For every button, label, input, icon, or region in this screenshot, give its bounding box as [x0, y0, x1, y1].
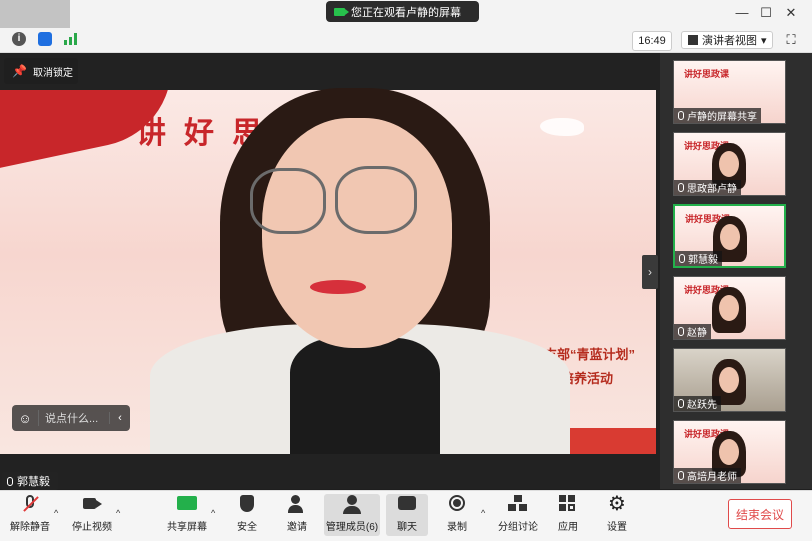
participant-name: 赵跃先 — [674, 396, 721, 411]
speaker-name: 郭慧毅 — [17, 476, 50, 488]
fullscreen-icon[interactable]: ⛶ — [782, 31, 800, 49]
glasses — [335, 166, 417, 234]
layout-icon — [688, 35, 698, 45]
invite-button[interactable]: 邀请 — [280, 494, 314, 536]
speaker-video — [150, 88, 570, 454]
shield-icon[interactable] — [38, 32, 52, 46]
participant-tile[interactable]: 讲好思政课 高培月老师 — [673, 420, 786, 484]
mic-icon — [679, 254, 685, 263]
view-mode-label: 演讲者视图 — [702, 35, 757, 47]
viewing-share-banner[interactable]: 您正在观看卢静的屏幕 — [326, 1, 479, 22]
muted-mic-icon — [19, 494, 41, 514]
record-icon — [446, 494, 468, 514]
settings-button[interactable]: ⚙ 设置 — [600, 494, 634, 536]
mic-icon — [678, 399, 684, 408]
banner-text: 您正在观看卢静的屏幕 — [351, 6, 461, 19]
meeting-clock: 16:49 — [632, 31, 672, 51]
participant-tile[interactable]: 讲好思政课 赵静 — [673, 276, 786, 340]
chat-icon — [396, 494, 418, 514]
participant-tile-active[interactable]: 讲好思政课 郭慧毅 — [673, 204, 786, 268]
unmute-button[interactable]: 解除静音 — [8, 494, 52, 536]
video-camera-icon — [81, 494, 103, 514]
view-mode-button[interactable]: 演讲者视图 ▾ — [681, 31, 773, 49]
pin-icon: 📌 — [12, 64, 27, 78]
share-screen-icon — [176, 494, 198, 514]
speaker-name-tag: 郭慧毅 — [2, 472, 58, 490]
mic-icon — [7, 476, 13, 486]
chevron-up-icon[interactable]: ^ — [211, 508, 215, 518]
chat-placeholder[interactable]: 说点什么... — [38, 410, 109, 426]
quick-chat-input[interactable]: ☺ 说点什么... ‹ — [12, 405, 130, 431]
mic-icon — [678, 183, 684, 192]
participants-button[interactable]: 管理成员(6) — [324, 494, 380, 536]
mic-icon — [678, 471, 684, 480]
share-screen-button[interactable]: 共享屏幕 — [166, 494, 208, 536]
desktop-background — [0, 0, 70, 28]
record-button[interactable]: 录制 — [440, 494, 474, 536]
participant-name: 卢静的屏幕共享 — [674, 108, 761, 123]
unpin-label: 取消锁定 — [32, 67, 73, 79]
participant-tile[interactable]: 讲好思政课 卢静的屏幕共享 — [673, 60, 786, 124]
gear-icon: ⚙ — [608, 493, 626, 515]
signal-icon[interactable] — [64, 33, 78, 45]
emoji-icon[interactable]: ☺ — [12, 411, 38, 426]
participants-icon — [341, 494, 363, 514]
collapse-chat-icon[interactable]: ‹ — [109, 412, 130, 424]
gallery-collapse-handle[interactable]: › — [642, 255, 658, 289]
shield-icon — [236, 494, 258, 514]
participant-tile[interactable]: 讲好思政课 思政部卢静 — [673, 132, 786, 196]
chevron-up-icon[interactable]: ^ — [116, 508, 120, 518]
apps-icon — [557, 494, 579, 514]
apps-button[interactable]: 应用 — [552, 494, 584, 536]
security-button[interactable]: 安全 — [230, 494, 264, 536]
close-button[interactable]: ✕ — [781, 4, 801, 22]
end-meeting-button[interactable]: 结束会议 — [728, 499, 792, 529]
stop-video-button[interactable]: 停止视频 — [70, 494, 114, 536]
participant-avatar — [712, 287, 746, 333]
mic-icon — [678, 327, 684, 336]
unpin-button[interactable]: 📌 取消锁定 — [4, 58, 78, 84]
breakout-rooms-button[interactable]: 分组讨论 — [496, 494, 540, 536]
participant-name: 郭慧毅 — [675, 251, 722, 266]
participant-name: 思政部卢静 — [674, 180, 741, 195]
participant-tile[interactable]: 赵跃先 — [673, 348, 786, 412]
breakout-rooms-icon — [507, 494, 529, 514]
maximize-button[interactable]: ☐ — [756, 4, 776, 22]
chat-button[interactable]: 聊天 — [386, 494, 428, 536]
participant-name: 赵静 — [674, 324, 711, 339]
chevron-up-icon[interactable]: ^ — [54, 508, 58, 518]
add-user-icon — [286, 494, 308, 514]
participant-name: 高培月老师 — [674, 468, 741, 483]
info-icon[interactable]: i — [12, 32, 26, 46]
share-camera-icon — [334, 7, 349, 16]
glasses — [250, 168, 326, 234]
chevron-up-icon[interactable]: ^ — [481, 508, 485, 518]
mic-icon — [678, 111, 684, 120]
minimize-button[interactable]: — — [732, 4, 752, 22]
chevron-down-icon: ▾ — [761, 34, 767, 47]
